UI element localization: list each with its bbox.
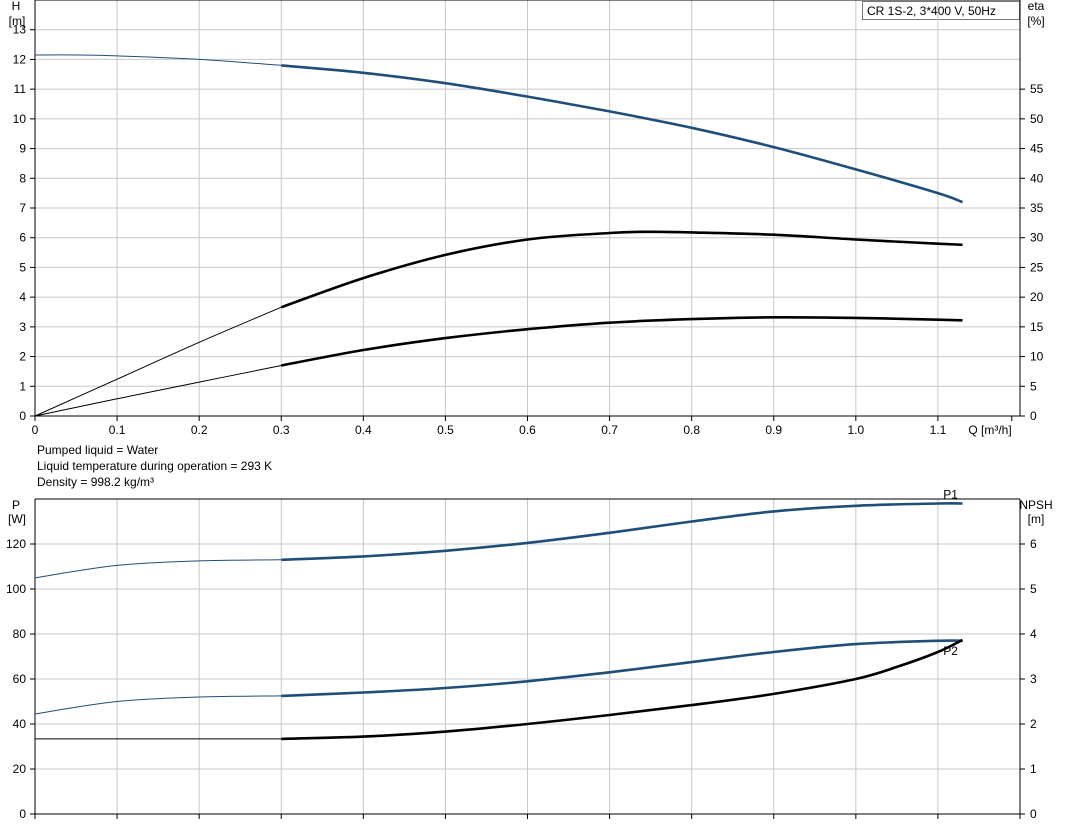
panel1-x-tick-label: 0.5 xyxy=(437,423,454,437)
panel1-left-tick-label: 4 xyxy=(19,290,26,304)
panel1-right-tick-label: 25 xyxy=(1030,260,1044,274)
panel2-right-tick-label: 1 xyxy=(1030,762,1037,776)
panel1-x-tick-label: 0.3 xyxy=(273,423,290,437)
panel2-left-tick-label: 60 xyxy=(13,672,27,686)
panel2-series-p1-curve xyxy=(281,502,963,562)
panel2-right-axis-label: NPSH xyxy=(1019,498,1052,512)
panel1-left-axis-label: H xyxy=(12,0,21,13)
panel2-series-p2-curve xyxy=(281,639,963,698)
panel1-right-tick-label: 20 xyxy=(1030,290,1044,304)
panel2-series-p2-thin-curve xyxy=(34,695,282,715)
panel1-right-tick-label: 40 xyxy=(1030,171,1044,185)
panel1-series-3-curve xyxy=(281,315,963,367)
panel1-left-tick-label: 3 xyxy=(19,320,26,334)
panel1-left-tick-label: 8 xyxy=(19,171,26,185)
panel1-right-tick-label: 45 xyxy=(1030,142,1044,156)
panel1-right-tick-label: 50 xyxy=(1030,112,1044,126)
panel1-left-tick-label: 11 xyxy=(14,82,27,96)
panel2-series-p1-label: P1 xyxy=(943,488,958,502)
panel2-left-tick-label: 120 xyxy=(6,537,26,551)
panel1-left-tick-label: 12 xyxy=(13,52,27,66)
panel2-right-axis-unit: [m] xyxy=(1028,512,1045,526)
panel1-right-tick-label: 10 xyxy=(1030,350,1044,364)
panel1-series-3-thin-curve xyxy=(34,365,282,417)
panel1-left-tick-label: 1 xyxy=(19,379,26,393)
panel2-right-tick-label: 6 xyxy=(1030,537,1037,551)
panel1-left-tick-label: 0 xyxy=(19,409,26,423)
panel1-right-axis-unit: [%] xyxy=(1027,14,1044,28)
panel2-right-tick-label: 0 xyxy=(1030,807,1037,821)
panel1-series-2-curve xyxy=(280,230,963,309)
panel1-x-tick-label: 0.4 xyxy=(355,423,372,437)
panel1-x-tick-label: 0.2 xyxy=(191,423,208,437)
panel1-right-tick-label: 35 xyxy=(1030,201,1044,215)
panel2-left-tick-label: 40 xyxy=(13,717,27,731)
panel1-series-1-thin-curve xyxy=(34,54,282,66)
panel1-left-axis-unit: [m] xyxy=(9,14,26,28)
panel1-x-tick-label: 0.1 xyxy=(109,423,126,437)
panel1-x-tick-label: 1.0 xyxy=(847,423,864,437)
panel2-left-tick-label: 80 xyxy=(13,627,27,641)
panel1-series-2-thin-curve xyxy=(34,306,282,417)
panel2-series-p1-thin-curve xyxy=(34,559,282,579)
panel2-left-axis-unit: [W] xyxy=(8,512,26,526)
panel1-left-tick-label: 7 xyxy=(19,201,26,215)
panel1-left-tick-label: 6 xyxy=(19,231,26,245)
panel1-right-tick-label: 0 xyxy=(1030,409,1037,423)
panel1-x-axis-label: Q [m³/h] xyxy=(968,423,1011,437)
panel2-right-tick-label: 5 xyxy=(1030,582,1037,596)
pump-performance-chart: 0123456789101112130510152025303540455055… xyxy=(6,0,1053,821)
panel1-x-tick-label: 0.6 xyxy=(519,423,536,437)
panel2-right-tick-label: 4 xyxy=(1030,627,1037,641)
panel1-left-tick-label: 10 xyxy=(13,112,27,126)
panel1-right-axis-label: eta xyxy=(1028,0,1045,13)
panel1-left-tick-label: 5 xyxy=(19,260,26,274)
panel1-series-1-curve xyxy=(281,64,963,204)
panel1-left-tick-label: 2 xyxy=(19,350,26,364)
panel2-right-tick-label: 2 xyxy=(1030,717,1037,731)
panel2-left-tick-label: 0 xyxy=(19,807,26,821)
panel1-right-tick-label: 55 xyxy=(1030,82,1044,96)
panel1-left-tick-label: 9 xyxy=(19,142,26,156)
panel1-x-tick-label: 1.1 xyxy=(930,423,947,437)
panel1-right-tick-label: 5 xyxy=(1030,379,1037,393)
panel2-left-tick-label: 20 xyxy=(13,762,27,776)
panel1-x-tick-label: 0.8 xyxy=(683,423,700,437)
panel2-right-tick-label: 3 xyxy=(1030,672,1037,686)
panel2-left-axis-label: P xyxy=(12,498,20,512)
panel1-x-tick-label: 0 xyxy=(32,423,39,437)
panel1-x-tick-label: 0.7 xyxy=(601,423,618,437)
panel2-left-tick-label: 100 xyxy=(6,582,26,596)
panel1-right-tick-label: 15 xyxy=(1030,320,1044,334)
panel1-right-tick-label: 30 xyxy=(1030,231,1044,245)
panel1-x-tick-label: 0.9 xyxy=(765,423,782,437)
